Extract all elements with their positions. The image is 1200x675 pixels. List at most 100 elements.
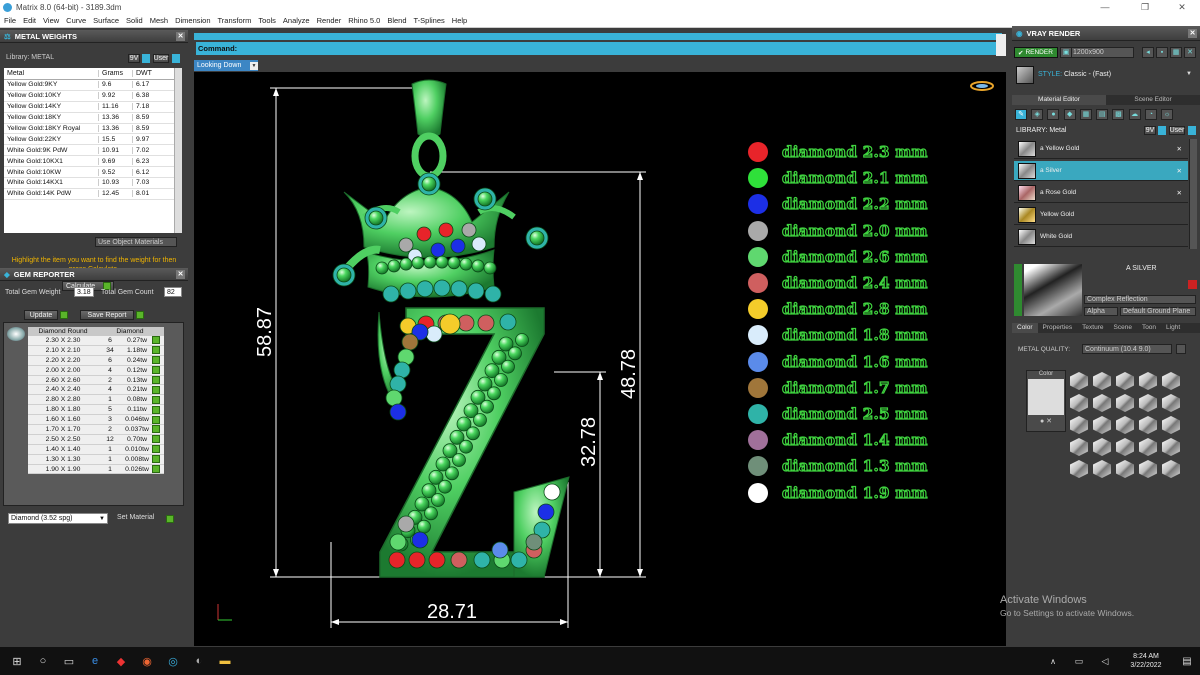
table-row[interactable]: Yellow Gold:9KY 9.6 6.17 [4, 80, 174, 91]
table-row[interactable]: 2.10 X 2.10 34 1.18tw [28, 345, 164, 356]
delete-icon[interactable] [1188, 280, 1197, 289]
table-row[interactable]: 1.90 X 1.90 1 0.026tw [28, 464, 164, 475]
select-stone-button[interactable] [152, 405, 160, 414]
table-row[interactable]: 1.80 X 1.80 5 0.11tw [28, 405, 164, 416]
windows-start-icon[interactable]: ⊞ [4, 648, 30, 674]
save-report-play-icon[interactable] [136, 311, 144, 319]
user-toggle[interactable] [172, 54, 180, 63]
tab-scene-editor[interactable]: Scene Editor [1106, 95, 1200, 105]
table-row[interactable]: Yellow Gold:22KY 15.5 9.97 [4, 134, 174, 146]
menu-mesh[interactable]: Mesh [150, 16, 168, 25]
close-icon[interactable]: ✕ [1046, 418, 1052, 425]
col-metal[interactable]: Metal [4, 70, 98, 77]
chrome-icon[interactable]: ◉ [134, 648, 160, 674]
close-icon[interactable]: ✕ [1177, 189, 1182, 197]
table-row[interactable]: White Gold:10KX1 9.69 6.23 [4, 156, 174, 168]
menu-help[interactable]: Help [452, 16, 467, 25]
use-object-materials-select[interactable]: Use Object Materials [95, 237, 177, 247]
select-stone-button[interactable] [152, 376, 160, 384]
update-button[interactable]: Update [24, 310, 58, 320]
tray-chevron-icon[interactable]: ∧ [1040, 648, 1066, 674]
close-icon[interactable]: ✕ [1177, 167, 1182, 175]
tab-toon[interactable]: Toon [1137, 323, 1161, 333]
table-row[interactable]: 1.70 X 1.70 2 0.037tw [28, 425, 164, 435]
tab-light[interactable]: Light [1161, 323, 1185, 333]
9v-button[interactable]: 9V [128, 54, 140, 63]
table-row[interactable]: Yellow Gold:10KY 9.92 6.38 [4, 91, 174, 102]
vray-user-button[interactable]: User [1169, 126, 1185, 135]
pattern-icon[interactable]: ▩ [1112, 109, 1125, 120]
finish-cube[interactable] [1093, 394, 1111, 412]
finish-cube[interactable] [1116, 438, 1134, 456]
close-icon[interactable]: ✕ [176, 31, 185, 41]
table-row[interactable]: White Gold:14KX1 10.93 7.03 [4, 178, 174, 189]
edit-icon[interactable]: ✎ [1015, 109, 1027, 120]
set-material-label[interactable]: Set Material [117, 514, 154, 521]
finish-cube[interactable] [1162, 460, 1180, 478]
select-stone-button[interactable] [152, 425, 160, 434]
table-row[interactable]: 2.40 X 2.40 4 0.21tw [28, 385, 164, 396]
clock[interactable]: 8:24 AM 3/22/2022 [1118, 652, 1174, 670]
menu-transform[interactable]: Transform [218, 16, 252, 25]
col-dwt[interactable]: DWT [132, 70, 168, 77]
menu-curve[interactable]: Curve [66, 16, 86, 25]
menu-tools[interactable]: Tools [258, 16, 276, 25]
finish-cube[interactable] [1116, 460, 1134, 478]
diamond-icon[interactable]: ◆ [1063, 109, 1076, 120]
material-icon[interactable]: ◈ [1031, 109, 1044, 120]
save-report-button[interactable]: Save Report [80, 310, 134, 320]
select-stone-button[interactable] [152, 465, 160, 474]
finish-cube[interactable] [1162, 416, 1180, 434]
task-view-icon[interactable]: ▭ [56, 648, 82, 674]
table-row[interactable]: White Gold:10KW 9.52 6.12 [4, 167, 174, 179]
tab-scene[interactable]: Scene [1109, 323, 1137, 333]
select-stone-button[interactable] [152, 336, 160, 345]
app-icon-red[interactable]: ◆ [108, 648, 134, 674]
select-stone-button[interactable] [152, 346, 160, 355]
command-line[interactable]: Command: [196, 42, 996, 55]
layers-icon[interactable]: ▤ [1096, 109, 1109, 120]
close-icon[interactable]: ✕ [1177, 145, 1182, 153]
table-row[interactable]: White Gold:14K PdW 12.45 8.01 [4, 189, 174, 200]
close-icon[interactable]: ✕ [176, 269, 185, 279]
menu-rhino[interactable]: Rhino 5.0 [348, 16, 380, 25]
minimize-button[interactable]: — [1085, 0, 1125, 14]
matrix-app-icon[interactable]: ◎ [160, 648, 186, 674]
finish-cube[interactable] [1093, 460, 1111, 478]
finish-cube[interactable] [1093, 416, 1111, 434]
material-item[interactable]: a Yellow Gold ✕ [1014, 139, 1188, 159]
finish-cube[interactable] [1116, 416, 1134, 434]
finish-cube[interactable] [1139, 416, 1157, 434]
volume-icon[interactable]: ◁ [1092, 648, 1118, 674]
select-stone-button[interactable] [152, 415, 160, 424]
table-row[interactable]: 2.20 X 2.20 6 0.24tw [28, 355, 164, 366]
finish-cube[interactable] [1162, 394, 1180, 412]
table-row[interactable]: 2.60 X 2.60 2 0.13tw [28, 375, 164, 386]
maximize-button[interactable]: ❐ [1125, 0, 1165, 14]
notifications-icon[interactable]: ▤ [1174, 648, 1200, 674]
vray-user-toggle[interactable] [1188, 126, 1196, 135]
user-button[interactable]: User [153, 54, 169, 63]
finish-cube[interactable] [1093, 372, 1111, 390]
table-row[interactable]: Yellow Gold:14KY 11.16 7.18 [4, 102, 174, 113]
material-item[interactable]: Yellow Gold [1014, 205, 1188, 225]
network-icon[interactable]: ▭ [1066, 648, 1092, 674]
menu-solid[interactable]: Solid [126, 16, 143, 25]
select-stone-button[interactable] [152, 385, 160, 394]
table-row[interactable]: 1.60 X 1.60 3 0.046tw [28, 415, 164, 426]
finish-cube[interactable] [1070, 394, 1088, 412]
close-render-icon[interactable]: ✕ [1184, 47, 1196, 58]
collapse-handle[interactable] [1014, 264, 1022, 316]
set-material-play-icon[interactable] [166, 515, 174, 523]
table-row[interactable]: 2.00 X 2.00 4 0.12tw [28, 365, 164, 376]
grid-icon[interactable]: ▦ [1170, 47, 1182, 58]
style-value[interactable]: Classic - (Fast) [1064, 71, 1111, 78]
metal-quality-option[interactable] [1176, 344, 1186, 354]
menu-dimension[interactable]: Dimension [175, 16, 210, 25]
color-swatch[interactable] [1028, 379, 1064, 415]
menu-edit[interactable]: Edit [23, 16, 36, 25]
menu-file[interactable]: File [4, 16, 16, 25]
select-stone-button[interactable] [152, 356, 160, 365]
menu-render[interactable]: Render [317, 16, 342, 25]
table-row[interactable]: 1.30 X 1.30 1 0.008tw [28, 454, 164, 465]
